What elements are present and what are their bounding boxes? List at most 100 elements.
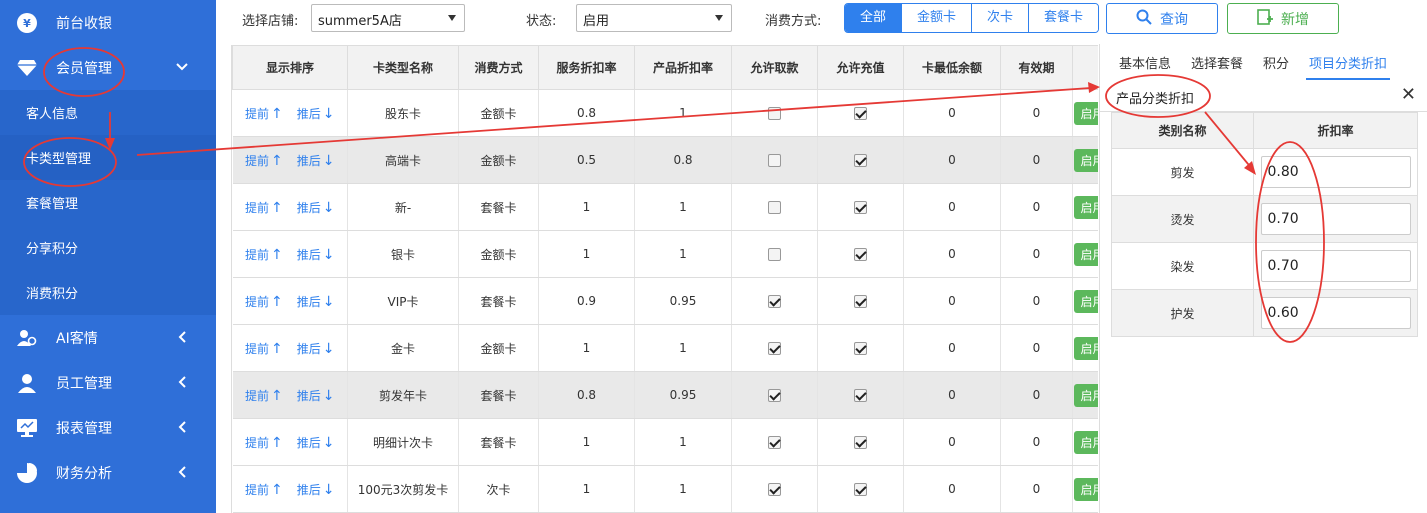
enable-button[interactable]: 启用: [1074, 383, 1098, 407]
move-down-link[interactable]: 推后 ↓: [297, 434, 335, 451]
recharge-checkbox[interactable]: [854, 342, 867, 355]
card-name-cell: 剪发年卡: [347, 371, 459, 419]
nav-item-staff[interactable]: 员工管理: [0, 360, 216, 405]
tab-category-discount[interactable]: 项目分类折扣: [1306, 50, 1391, 80]
enable-button[interactable]: 启用: [1074, 289, 1098, 313]
tab-basic-info[interactable]: 基本信息: [1116, 50, 1174, 80]
move-up-link[interactable]: 提前 ↑: [245, 340, 283, 357]
move-down-link[interactable]: 推后 ↓: [297, 199, 335, 216]
arrow-down-icon: ↓: [322, 246, 335, 263]
validity-cell: 0: [1000, 465, 1073, 513]
table-row: 提前↑推后↓VIP卡套餐卡0.90.9500启用: [232, 277, 1098, 325]
move-up-link[interactable]: 提前 ↑: [245, 481, 283, 498]
move-up-link[interactable]: 提前 ↑: [245, 152, 283, 169]
pay-filter-amount[interactable]: 金额卡: [902, 4, 973, 32]
move-down-link[interactable]: 推后 ↓: [297, 246, 335, 263]
validity-cell: 0: [1000, 136, 1073, 184]
move-up-link[interactable]: 提前 ↑: [245, 246, 283, 263]
enable-button[interactable]: 启用: [1074, 430, 1098, 454]
recharge-checkbox[interactable]: [854, 436, 867, 449]
move-up-link[interactable]: 提前 ↑: [245, 434, 283, 451]
recharge-cell: [817, 230, 904, 278]
enable-button[interactable]: 启用: [1074, 336, 1098, 360]
sub-item-card-type[interactable]: 卡类型管理: [0, 135, 216, 180]
add-button[interactable]: 新增: [1227, 3, 1339, 34]
withdraw-checkbox[interactable]: [768, 154, 781, 167]
move-up-link[interactable]: 提前 ↑: [245, 293, 283, 310]
recharge-checkbox[interactable]: [854, 154, 867, 167]
tab-select-package[interactable]: 选择套餐: [1188, 50, 1246, 80]
pay-type-cell: 次卡: [458, 465, 539, 513]
move-up-label: 提前: [245, 200, 270, 215]
search-icon: [1136, 9, 1152, 29]
nav-item-report[interactable]: 报表管理: [0, 405, 216, 450]
action-cell: 启用: [1072, 465, 1098, 513]
nav-item-cashier[interactable]: ¥ 前台收银: [0, 0, 216, 45]
withdraw-checkbox[interactable]: [768, 295, 781, 308]
chevron-down-icon: [174, 59, 190, 75]
withdraw-checkbox[interactable]: [768, 483, 781, 496]
enable-button[interactable]: 启用: [1074, 195, 1098, 219]
svg-text:¥: ¥: [23, 17, 31, 30]
pay-filter-package[interactable]: 套餐卡: [1029, 4, 1099, 32]
enable-button[interactable]: 启用: [1074, 477, 1098, 501]
yen-icon: ¥: [16, 12, 38, 34]
pay-filter-times[interactable]: 次卡: [972, 4, 1030, 32]
move-down-link[interactable]: 推后 ↓: [297, 340, 335, 357]
sub-item-package[interactable]: 套餐管理: [0, 180, 216, 225]
recharge-checkbox[interactable]: [854, 389, 867, 402]
withdraw-checkbox[interactable]: [768, 342, 781, 355]
recharge-checkbox[interactable]: [854, 295, 867, 308]
recharge-checkbox[interactable]: [854, 483, 867, 496]
rate-input[interactable]: [1260, 250, 1411, 282]
discount-row: 剪发: [1111, 148, 1418, 196]
action-cell: 启用: [1072, 136, 1098, 184]
withdraw-checkbox[interactable]: [768, 436, 781, 449]
recharge-checkbox[interactable]: [854, 248, 867, 261]
enable-button[interactable]: 启用: [1074, 101, 1098, 125]
move-down-link[interactable]: 推后 ↓: [297, 152, 335, 169]
chevron-left-icon: [174, 464, 190, 480]
nav-item-ai[interactable]: AI客情: [0, 315, 216, 360]
recharge-cell: [817, 371, 904, 419]
filter-bar: 选择店铺: summer5A店 状态: 启用 消费方式: 全部 金额卡 次卡 套…: [216, 0, 1427, 44]
service-rate-cell: 0.8: [538, 89, 635, 137]
move-down-label: 推后: [296, 341, 321, 356]
panel-title: 产品分类折扣: [1116, 92, 1195, 107]
move-down-link[interactable]: 推后 ↓: [297, 481, 335, 498]
move-up-link[interactable]: 提前 ↑: [245, 199, 283, 216]
recharge-checkbox[interactable]: [854, 201, 867, 214]
sub-item-guest-info[interactable]: 客人信息: [0, 90, 216, 135]
rate-input[interactable]: [1260, 156, 1411, 188]
withdraw-checkbox[interactable]: [768, 107, 781, 120]
card-name-cell: 银卡: [347, 230, 459, 278]
enable-button[interactable]: 启用: [1074, 148, 1098, 172]
arrow-down-icon: ↓: [322, 481, 335, 498]
move-down-link[interactable]: 推后 ↓: [297, 293, 335, 310]
store-select[interactable]: summer5A店: [311, 4, 465, 32]
chevron-left-icon: [174, 374, 190, 390]
enable-button[interactable]: 启用: [1074, 242, 1098, 266]
sub-item-consume-points[interactable]: 消费积分: [0, 270, 216, 315]
tab-points[interactable]: 积分: [1260, 50, 1292, 80]
withdraw-checkbox[interactable]: [768, 201, 781, 214]
rate-input[interactable]: [1260, 203, 1411, 235]
nav-item-finance[interactable]: 财务分析: [0, 450, 216, 495]
move-down-link[interactable]: 推后 ↓: [297, 387, 335, 404]
withdraw-checkbox[interactable]: [768, 248, 781, 261]
sub-item-share-points[interactable]: 分享积分: [0, 225, 216, 270]
pay-filter-all[interactable]: 全部: [845, 4, 903, 32]
arrow-up-icon: ↑: [271, 293, 283, 310]
move-up-link[interactable]: 提前 ↑: [245, 105, 283, 122]
query-button[interactable]: 查询: [1106, 3, 1218, 34]
withdraw-checkbox[interactable]: [768, 389, 781, 402]
status-select[interactable]: 启用: [576, 4, 732, 32]
recharge-checkbox[interactable]: [854, 107, 867, 120]
move-up-link[interactable]: 提前 ↑: [245, 387, 283, 404]
move-down-link[interactable]: 推后 ↓: [297, 105, 335, 122]
nav-item-member[interactable]: 会员管理: [0, 45, 216, 90]
close-icon[interactable]: ✕: [1401, 84, 1416, 105]
rate-input[interactable]: [1260, 297, 1411, 329]
nav-item-label: 报表管理: [56, 420, 112, 437]
move-up-label: 提前: [245, 482, 270, 497]
